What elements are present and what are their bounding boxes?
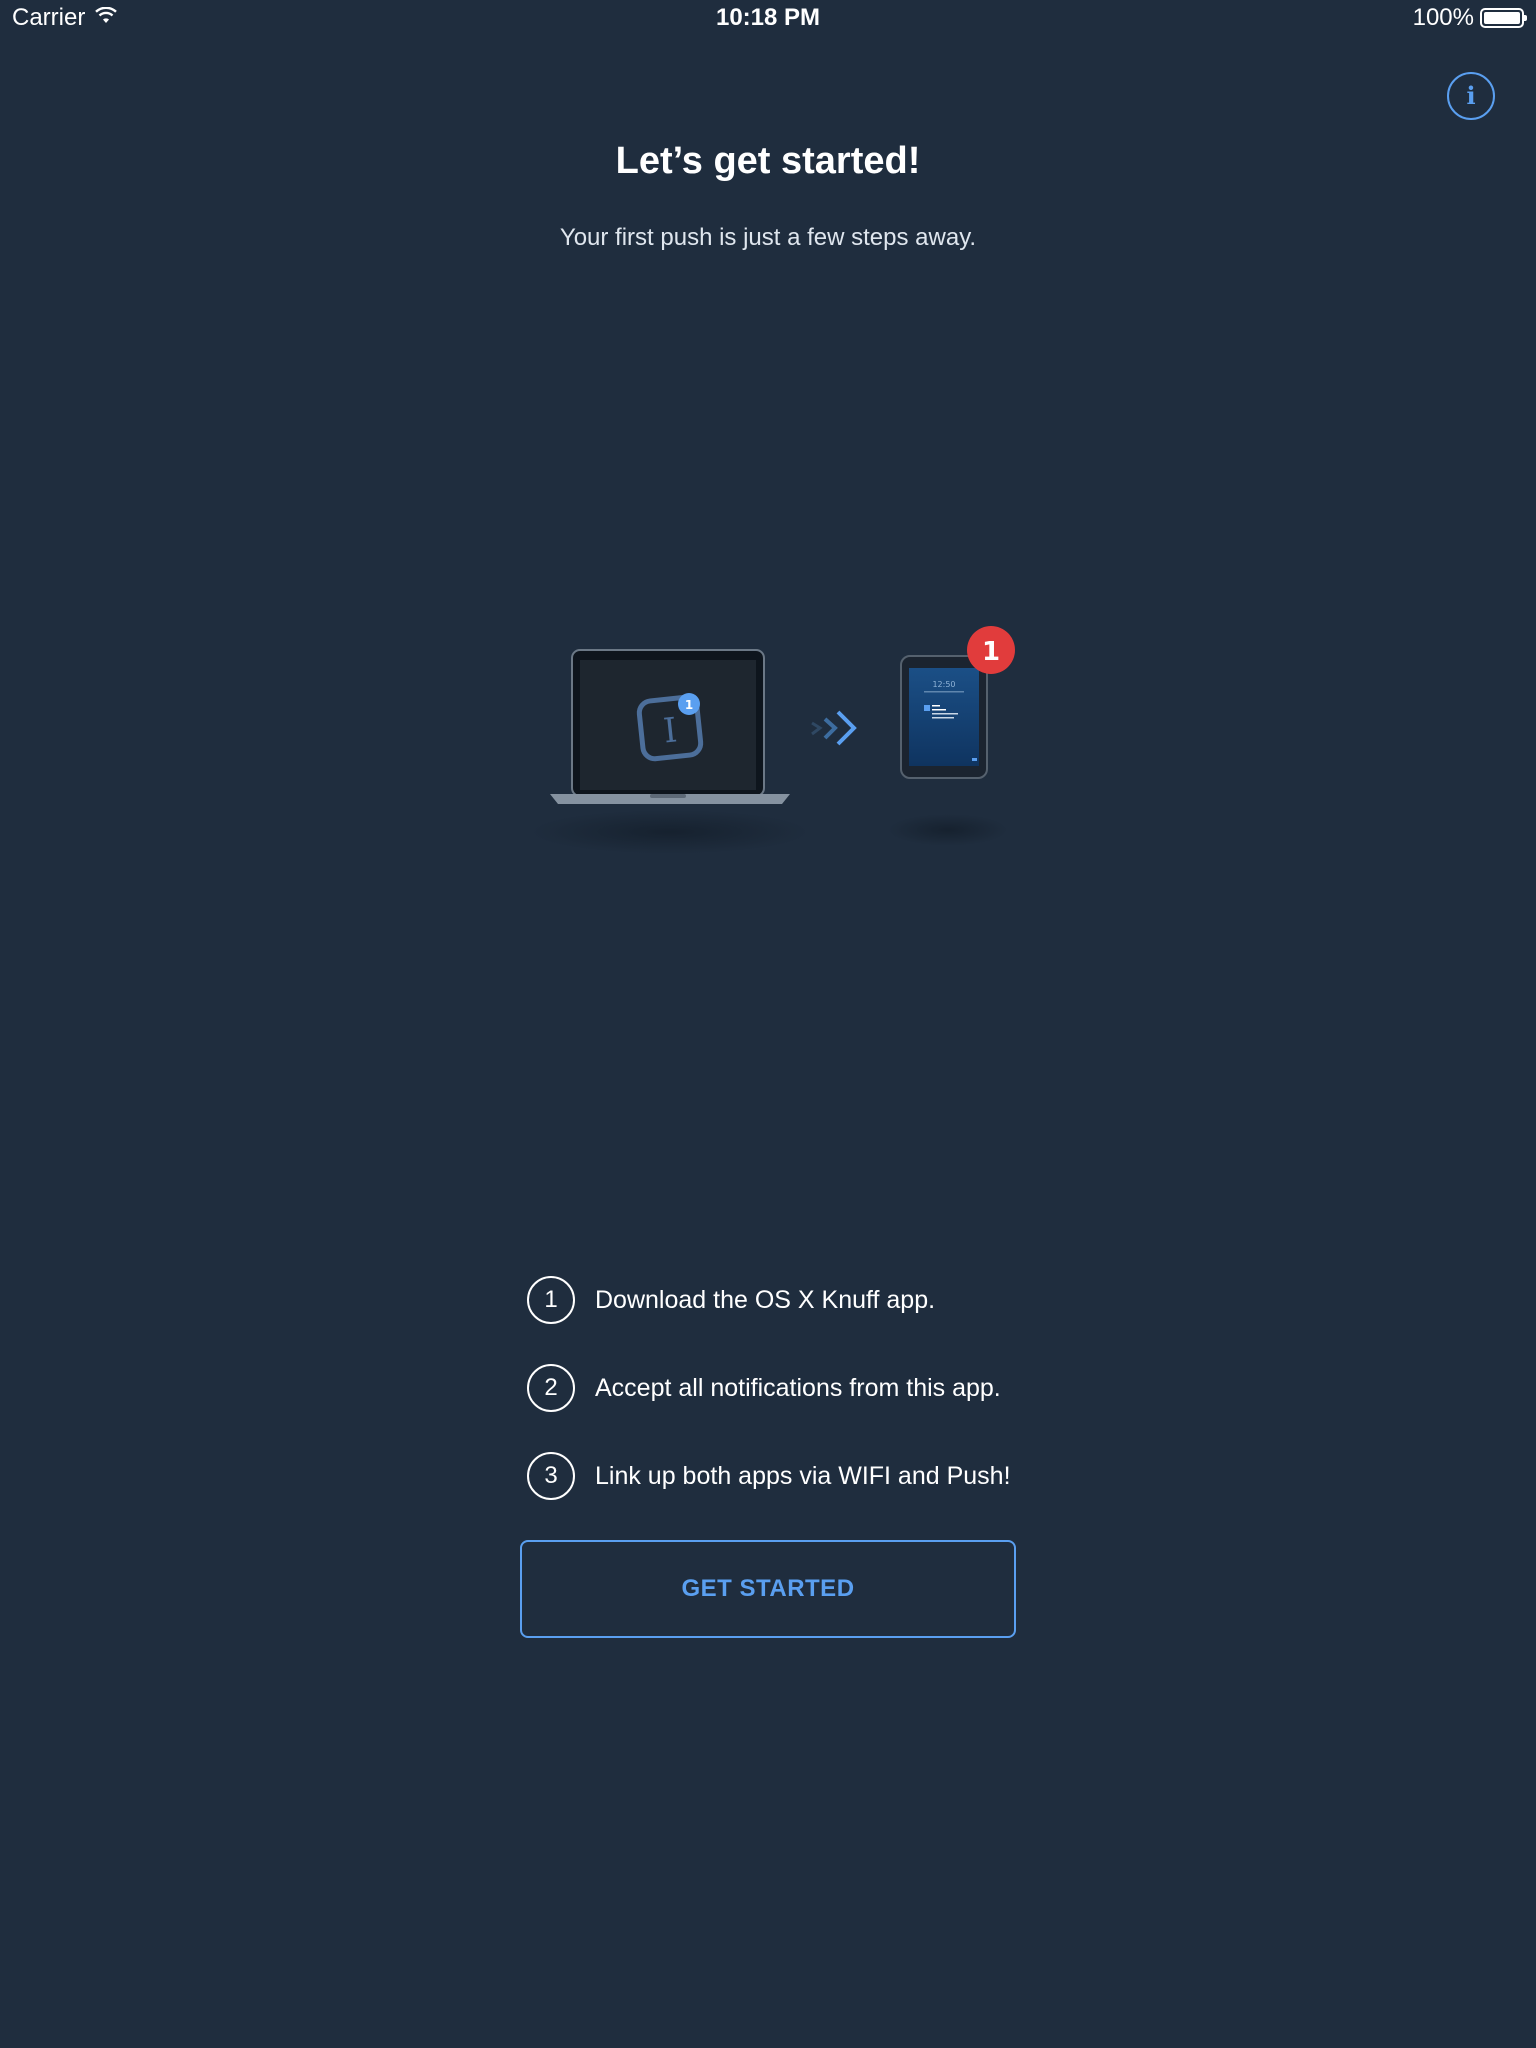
page-title: Let’s get started!	[615, 140, 921, 182]
double-chevron-right-icon	[811, 710, 857, 746]
status-bar: Carrier 10:18 PM 100%	[0, 0, 1536, 40]
status-time: 10:18 PM	[715, 4, 821, 31]
step-item: 3 Link up both apps via WIFI and Push!	[527, 1452, 1047, 1500]
ipad-lockscreen-time: 12:50	[932, 680, 955, 689]
step-text: Link up both apps via WIFI and Push!	[595, 1461, 1011, 1490]
info-button[interactable]: i	[1447, 72, 1495, 120]
step-text: Download the OS X Knuff app.	[595, 1285, 936, 1314]
page-subtitle: Your first push is just a few steps away…	[559, 224, 977, 251]
steps-list: 1 Download the OS X Knuff app. 2 Accept …	[527, 1276, 1047, 1540]
get-started-button[interactable]: GET STARTED	[520, 1540, 1016, 1638]
ipad-illustration: 12:50 1	[900, 626, 1015, 779]
laptop-illustration: I 1	[550, 649, 790, 804]
step-text: Accept all notifications from this app.	[595, 1373, 1001, 1402]
battery-icon	[1480, 8, 1527, 28]
laptop-shadow	[530, 810, 810, 854]
step-number-badge: 1	[527, 1276, 575, 1324]
battery-percentage: 100%	[1412, 4, 1474, 31]
status-bar-right: 100%	[1412, 4, 1527, 32]
step-number-badge: 3	[527, 1452, 575, 1500]
laptop-badge-count: 1	[685, 698, 693, 712]
onboarding-illustration: I 1 12:50 1	[520, 620, 1020, 860]
ipad-shadow	[888, 814, 1008, 846]
step-item: 1 Download the OS X Knuff app.	[527, 1276, 1047, 1324]
step-item: 2 Accept all notifications from this app…	[527, 1364, 1047, 1412]
ipad-badge-count: 1	[982, 637, 1000, 667]
step-number-badge: 2	[527, 1364, 575, 1412]
info-icon: i	[1466, 81, 1476, 110]
